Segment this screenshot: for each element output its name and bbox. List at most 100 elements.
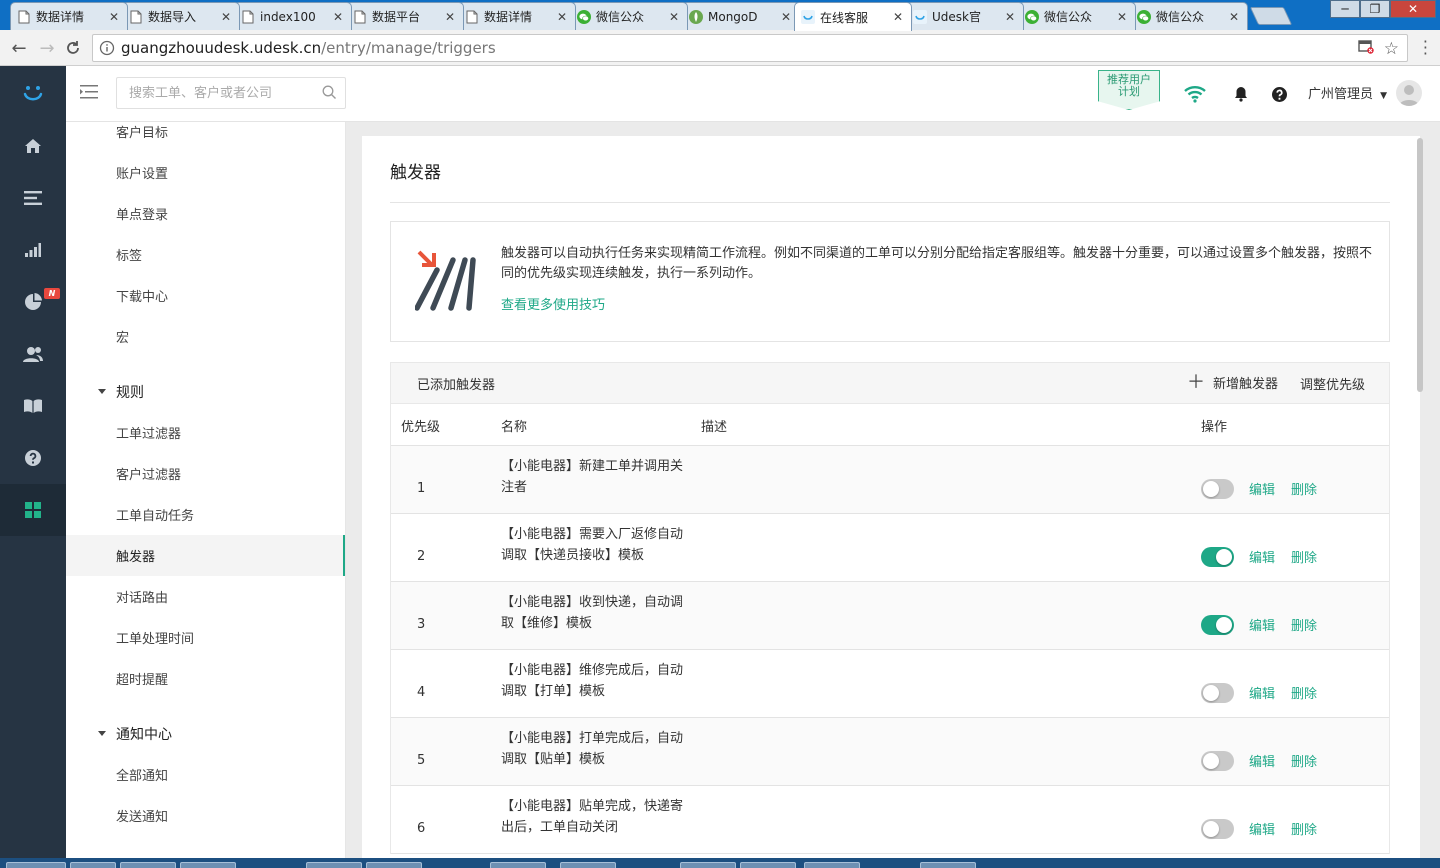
submenu-item[interactable]: 客户过滤器 [66,453,345,494]
search-input[interactable] [127,84,317,102]
edit-button[interactable]: 编辑 [1249,615,1275,634]
minimize-button[interactable]: ─ [1330,0,1360,18]
close-tab-icon[interactable]: ✕ [107,10,121,24]
avatar[interactable] [1396,80,1422,106]
more-tips-link[interactable]: 查看更多使用技巧 [501,294,605,313]
adjust-priority-button[interactable]: 调整优先级 [1300,374,1365,393]
blocked-popup-icon[interactable] [1358,40,1374,58]
wifi-status-icon[interactable] [1183,82,1207,106]
submenu-item[interactable]: 工单自动任务 [66,494,345,535]
enable-toggle[interactable] [1201,479,1234,499]
submenu-item[interactable]: 下载中心 [66,275,345,316]
submenu-item[interactable]: 超时提醒 [66,658,345,699]
close-window-button[interactable]: ✕ [1390,0,1436,18]
taskbar-button[interactable] [920,862,976,868]
delete-button[interactable]: 删除 [1291,547,1317,566]
edit-button[interactable]: 编辑 [1249,751,1275,770]
udesk-logo-icon[interactable] [0,66,66,122]
browser-tab[interactable]: Udesk官 ✕ [906,2,1024,30]
delete-button[interactable]: 删除 [1291,819,1317,838]
submenu-item[interactable]: 工单过滤器 [66,412,345,453]
bell-icon[interactable] [1229,82,1253,106]
close-tab-icon[interactable]: ✕ [1115,10,1129,24]
enable-toggle[interactable] [1201,615,1234,635]
browser-tab[interactable]: 数据详情 ✕ [10,2,128,30]
submenu-item[interactable]: 工单处理时间 [66,617,345,658]
submenu-item[interactable]: 发送通知 [66,795,345,836]
delete-button[interactable]: 删除 [1291,683,1317,702]
back-icon[interactable]: ← [8,37,30,59]
delete-button[interactable]: 删除 [1291,615,1317,634]
taskbar-button[interactable] [180,862,236,868]
start-button[interactable] [6,862,66,868]
delete-button[interactable]: 删除 [1291,479,1317,498]
browser-tab[interactable]: MongoD ✕ [682,2,800,30]
submenu-item[interactable]: 全部通知 [66,754,345,795]
taskbar-button[interactable] [120,862,176,868]
submenu-item[interactable]: 宏 [66,316,345,357]
collapse-menu-icon[interactable] [80,84,98,104]
edit-button[interactable]: 编辑 [1249,479,1275,498]
taskbar-button[interactable] [680,862,736,868]
enable-toggle[interactable] [1201,751,1234,771]
browser-tab[interactable]: 微信公众 ✕ [1018,2,1136,30]
browser-tab[interactable]: 微信公众 ✕ [1130,2,1248,30]
close-tab-icon[interactable]: ✕ [1227,10,1241,24]
submenu-item[interactable]: 对话路由 [66,576,345,617]
browser-tab[interactable]: 数据平台 ✕ [346,2,464,30]
knowledge-book-icon[interactable] [0,380,66,432]
submenu-item[interactable]: 单点登录 [66,193,345,234]
add-trigger-button[interactable]: ＋ 新增触发器 [1187,373,1278,392]
edit-button[interactable]: 编辑 [1249,819,1275,838]
panel-scrollbar[interactable] [1417,138,1423,392]
delete-button[interactable]: 删除 [1291,751,1317,770]
customers-icon[interactable] [0,328,66,380]
close-tab-icon[interactable]: ✕ [1003,10,1017,24]
reports-chart-icon[interactable] [0,224,66,276]
submenu-group[interactable]: 规则 [66,371,345,412]
reload-icon[interactable] [62,37,84,59]
submenu-item[interactable]: 标签 [66,234,345,275]
new-tab-button[interactable] [1249,7,1293,25]
bookmark-star-icon[interactable]: ☆ [1384,39,1399,59]
close-tab-icon[interactable]: ✕ [331,10,345,24]
help-circle-icon[interactable] [1267,82,1291,106]
submenu-item[interactable]: 账户设置 [66,152,345,193]
referral-program-badge[interactable]: 推荐用户 计划 [1098,70,1160,110]
enable-toggle[interactable] [1201,819,1234,839]
taskbar-button[interactable] [490,862,546,868]
browser-tab[interactable]: 在线客服 ✕ [794,2,912,31]
home-icon[interactable] [0,120,66,172]
browser-tab[interactable]: 微信公众 ✕ [570,2,688,30]
enable-toggle[interactable] [1201,683,1234,703]
close-tab-icon[interactable]: ✕ [891,10,905,24]
browser-tab[interactable]: 数据导入 ✕ [122,2,240,30]
close-tab-icon[interactable]: ✕ [667,10,681,24]
taskbar-button[interactable] [366,862,422,868]
submenu-item[interactable]: 触发器 [66,535,345,576]
maximize-button[interactable]: ❐ [1360,0,1390,18]
edit-button[interactable]: 编辑 [1249,683,1275,702]
close-tab-icon[interactable]: ✕ [443,10,457,24]
browser-menu-icon[interactable]: · · · [1423,34,1428,62]
taskbar-button[interactable] [740,862,796,868]
help-icon[interactable] [0,432,66,484]
taskbar-button[interactable] [804,862,860,868]
taskbar-button[interactable] [306,862,362,868]
browser-tab[interactable]: index100 ✕ [234,2,352,30]
search-icon[interactable] [322,85,337,104]
admin-apps-icon[interactable] [0,484,66,536]
submenu-item[interactable]: 客户目标 [66,122,345,152]
tickets-list-icon[interactable] [0,172,66,224]
taskbar-button[interactable] [560,862,616,868]
close-tab-icon[interactable]: ✕ [779,10,793,24]
close-tab-icon[interactable]: ✕ [555,10,569,24]
address-bar[interactable]: guangzhouudesk.udesk.cn/entry/manage/tri… [92,34,1408,62]
info-icon[interactable] [99,40,115,56]
analytics-pie-icon[interactable]: N [0,276,66,328]
forward-icon[interactable]: → [36,37,58,59]
edit-button[interactable]: 编辑 [1249,547,1275,566]
submenu-group[interactable]: 通知中心 [66,713,345,754]
close-tab-icon[interactable]: ✕ [219,10,233,24]
enable-toggle[interactable] [1201,547,1234,567]
